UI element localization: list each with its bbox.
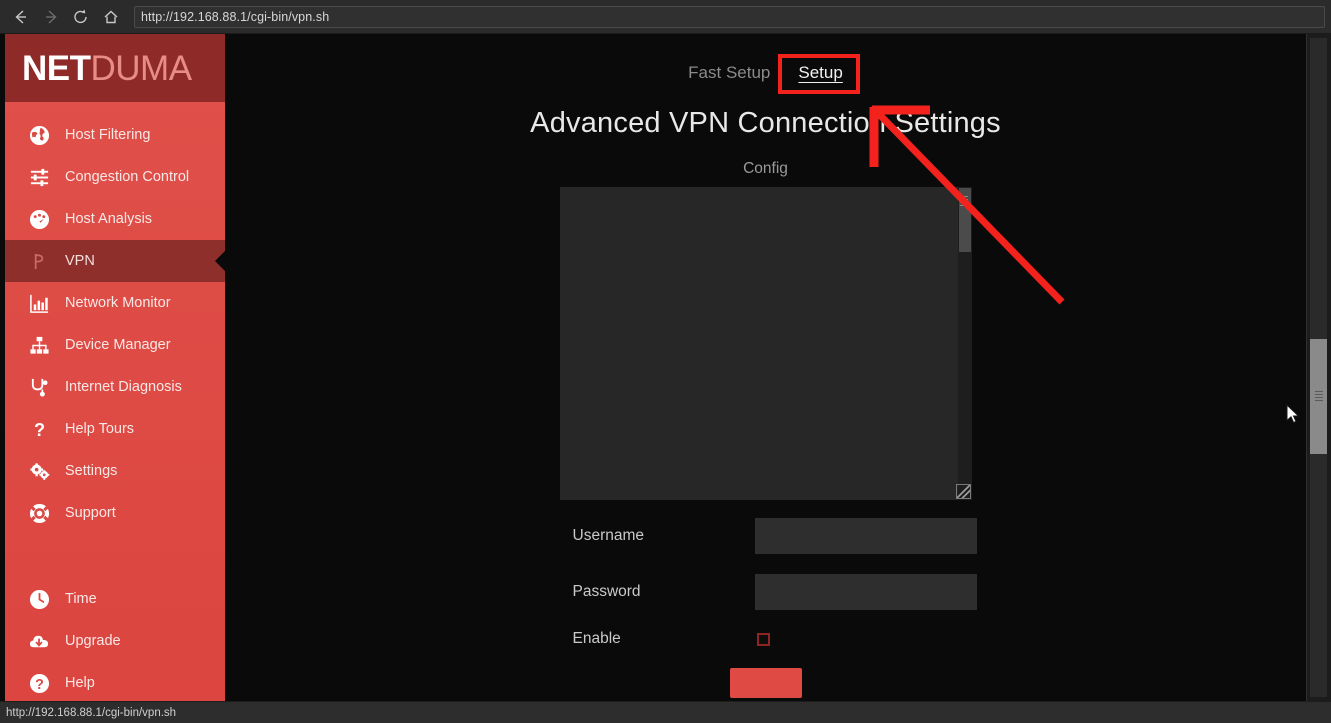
sidebar-item-label: Host Analysis xyxy=(65,211,153,227)
home-icon[interactable] xyxy=(96,3,126,31)
sidebar-item-label: VPN xyxy=(65,253,95,269)
browser-toolbar: http://192.168.88.1/cgi-bin/vpn.sh xyxy=(0,0,1331,34)
cloud-download-icon xyxy=(23,631,55,652)
sidebar-item-label: Internet Diagnosis xyxy=(65,379,182,395)
address-bar[interactable]: http://192.168.88.1/cgi-bin/vpn.sh xyxy=(134,5,1325,28)
username-input[interactable] xyxy=(754,518,977,554)
logo-net-text: NET xyxy=(22,48,91,88)
form-row-enable: Enable xyxy=(225,630,1306,648)
config-scrollbar-grip xyxy=(959,196,968,206)
form-row-password: Password xyxy=(225,574,1306,610)
sidebar-item-label: Host Filtering xyxy=(65,127,151,143)
username-label: Username xyxy=(572,527,645,544)
sidebar-item-label: Upgrade xyxy=(65,633,121,649)
stethoscope-icon xyxy=(23,377,55,398)
tab-setup[interactable]: Setup xyxy=(784,59,856,87)
address-bar-text: http://192.168.88.1/cgi-bin/vpn.sh xyxy=(141,9,330,24)
submit-row xyxy=(225,668,1306,698)
gauge-icon xyxy=(23,209,55,230)
browser-window: http://192.168.88.1/cgi-bin/vpn.sh NETDU… xyxy=(0,0,1331,723)
page-scrollbar-thumb[interactable] xyxy=(1310,339,1327,454)
vpn-icon xyxy=(23,251,55,272)
main-content: Fast Setup Setup Advanced VPN Connection… xyxy=(225,34,1306,701)
config-scrollbar-track[interactable] xyxy=(957,187,972,500)
sidebar-item-label: Network Monitor xyxy=(65,295,171,311)
clock-icon xyxy=(23,589,55,610)
sidebar-item-congestion-control[interactable]: Congestion Control xyxy=(5,156,225,198)
page-viewport: NETDUMA Host Filtering Congestion Contro… xyxy=(0,34,1331,701)
sidebar-item-vpn[interactable]: VPN xyxy=(5,240,225,282)
sidebar-item-label: Congestion Control xyxy=(65,169,190,185)
globe-icon xyxy=(23,125,55,146)
question-circle-icon: ? xyxy=(23,673,55,694)
sidebar-item-label: Device Manager xyxy=(65,337,171,353)
netduma-logo: NETDUMA xyxy=(5,34,225,102)
sidebar-bottom-menu: Time Upgrade ? Help xyxy=(5,578,225,701)
gears-icon xyxy=(23,461,55,482)
textarea-resize-handle[interactable] xyxy=(955,484,971,499)
sidebar-item-host-filtering[interactable]: Host Filtering xyxy=(5,114,225,156)
sidebar-item-help-tours[interactable]: ? Help Tours xyxy=(5,408,225,450)
sidebar: NETDUMA Host Filtering Congestion Contro… xyxy=(5,34,225,701)
sliders-icon xyxy=(23,167,55,188)
sidebar-item-device-manager[interactable]: Device Manager xyxy=(5,324,225,366)
sidebar-item-settings[interactable]: Settings xyxy=(5,450,225,492)
vpn-form: Username Password Enable xyxy=(225,518,1306,698)
enable-label: Enable xyxy=(572,630,621,647)
browser-status-bar: http://192.168.88.1/cgi-bin/vpn.sh xyxy=(0,701,1331,723)
forward-arrow-icon[interactable] xyxy=(36,3,66,31)
status-bar-url: http://192.168.88.1/cgi-bin/vpn.sh xyxy=(6,706,177,719)
sidebar-menu: Host Filtering Congestion Control Host A… xyxy=(5,102,225,701)
sidebar-item-label: Help xyxy=(65,675,95,691)
submit-button[interactable] xyxy=(729,668,802,698)
tab-bar: Fast Setup Setup xyxy=(225,59,1306,87)
password-label: Password xyxy=(572,583,641,600)
lifebuoy-icon xyxy=(23,503,55,524)
sidebar-item-host-analysis[interactable]: Host Analysis xyxy=(5,198,225,240)
sidebar-item-label: Settings xyxy=(65,463,118,479)
config-scrollbar-thumb[interactable] xyxy=(958,188,971,252)
page-title: Advanced VPN Connection Settings xyxy=(530,107,1001,139)
tab-fast-setup[interactable]: Fast Setup xyxy=(674,59,784,87)
form-row-username: Username xyxy=(225,518,1306,554)
sidebar-item-time[interactable]: Time xyxy=(5,578,225,620)
logo-duma-text: DUMA xyxy=(90,48,193,88)
config-label: Config xyxy=(743,160,788,177)
page-scrollbar[interactable] xyxy=(1306,34,1331,701)
sidebar-item-support[interactable]: Support xyxy=(5,492,225,534)
sidebar-item-label: Help Tours xyxy=(65,421,135,437)
sidebar-item-help[interactable]: ? Help xyxy=(5,662,225,701)
svg-text:?: ? xyxy=(35,677,44,693)
sidebar-item-internet-diagnosis[interactable]: Internet Diagnosis xyxy=(5,366,225,408)
svg-text:?: ? xyxy=(33,420,44,440)
bar-chart-icon xyxy=(23,293,55,314)
config-textarea-wrapper xyxy=(559,187,972,500)
reload-icon[interactable] xyxy=(66,3,96,31)
config-textarea[interactable] xyxy=(559,187,972,500)
sidebar-item-upgrade[interactable]: Upgrade xyxy=(5,620,225,662)
page-scrollbar-grip xyxy=(1315,391,1323,401)
sidebar-item-label: Support xyxy=(65,505,116,521)
enable-checkbox[interactable] xyxy=(756,632,770,646)
question-icon: ? xyxy=(23,419,55,440)
sidebar-item-label: Time xyxy=(65,591,97,607)
sidebar-item-network-monitor[interactable]: Network Monitor xyxy=(5,282,225,324)
password-input[interactable] xyxy=(754,574,977,610)
sitemap-icon xyxy=(23,335,55,356)
back-arrow-icon[interactable] xyxy=(6,3,36,31)
